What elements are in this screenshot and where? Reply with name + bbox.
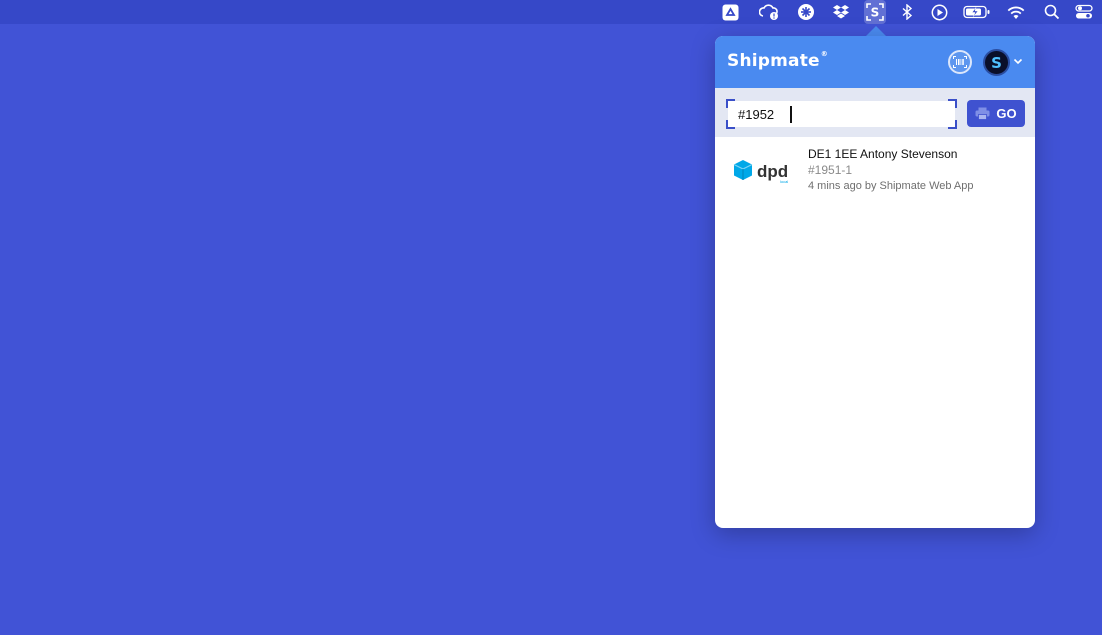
svg-text:S: S — [871, 6, 880, 20]
shipmate-icon[interactable]: S — [866, 3, 884, 21]
dpd-logo: dpd local — [733, 160, 788, 184]
shipment-list-item[interactable]: dpd local DE1 1EE Antony Stevenson #1951… — [715, 137, 1035, 209]
scan-bracket-bottom-left — [726, 120, 735, 129]
shipment-details: DE1 1EE Antony Stevenson #1951-1 4 mins … — [808, 147, 974, 194]
popover-header: Shipmate® S — [715, 36, 1035, 88]
scan-bracket-top-left — [726, 99, 735, 108]
play-icon[interactable] — [930, 3, 948, 21]
menu-bar: S — [0, 0, 1102, 24]
wifi-icon[interactable] — [1006, 3, 1026, 21]
shipment-meta: 4 mins ago by Shipmate Web App — [808, 180, 974, 192]
bluetooth-icon[interactable] — [898, 3, 916, 21]
popover-caret — [866, 26, 886, 36]
dropbox-icon[interactable] — [832, 3, 850, 21]
chevron-down-icon[interactable] — [1013, 58, 1023, 65]
battery-icon[interactable] — [963, 3, 991, 21]
scan-bracket-bottom-right — [948, 120, 957, 129]
barcode-scan-button[interactable] — [948, 50, 972, 74]
perplexity-icon[interactable] — [797, 3, 815, 21]
shipment-reference: #1951-1 — [808, 163, 853, 177]
cloud-upload-icon[interactable] — [759, 3, 781, 21]
search-bar: GO — [715, 88, 1035, 137]
scan-input-frame — [726, 99, 957, 129]
go-button[interactable]: GO — [967, 100, 1025, 127]
avatar[interactable]: S — [983, 49, 1010, 76]
order-search-input[interactable] — [728, 101, 955, 127]
google-drive-icon[interactable] — [721, 3, 739, 21]
go-button-label: GO — [996, 106, 1017, 121]
spotlight-search-icon[interactable] — [1043, 3, 1061, 21]
scan-bracket-top-right — [948, 99, 957, 108]
svg-text:local: local — [780, 179, 788, 184]
control-center-icon[interactable] — [1075, 3, 1093, 21]
shipment-title: DE1 1EE Antony Stevenson — [808, 147, 958, 161]
brand-logo: Shipmate® — [727, 50, 828, 71]
printer-icon — [975, 107, 990, 120]
text-cursor — [790, 106, 792, 123]
shipmate-popover: Shipmate® S GO dpd local DE1 1E — [715, 36, 1035, 528]
barcode-icon — [953, 56, 967, 68]
